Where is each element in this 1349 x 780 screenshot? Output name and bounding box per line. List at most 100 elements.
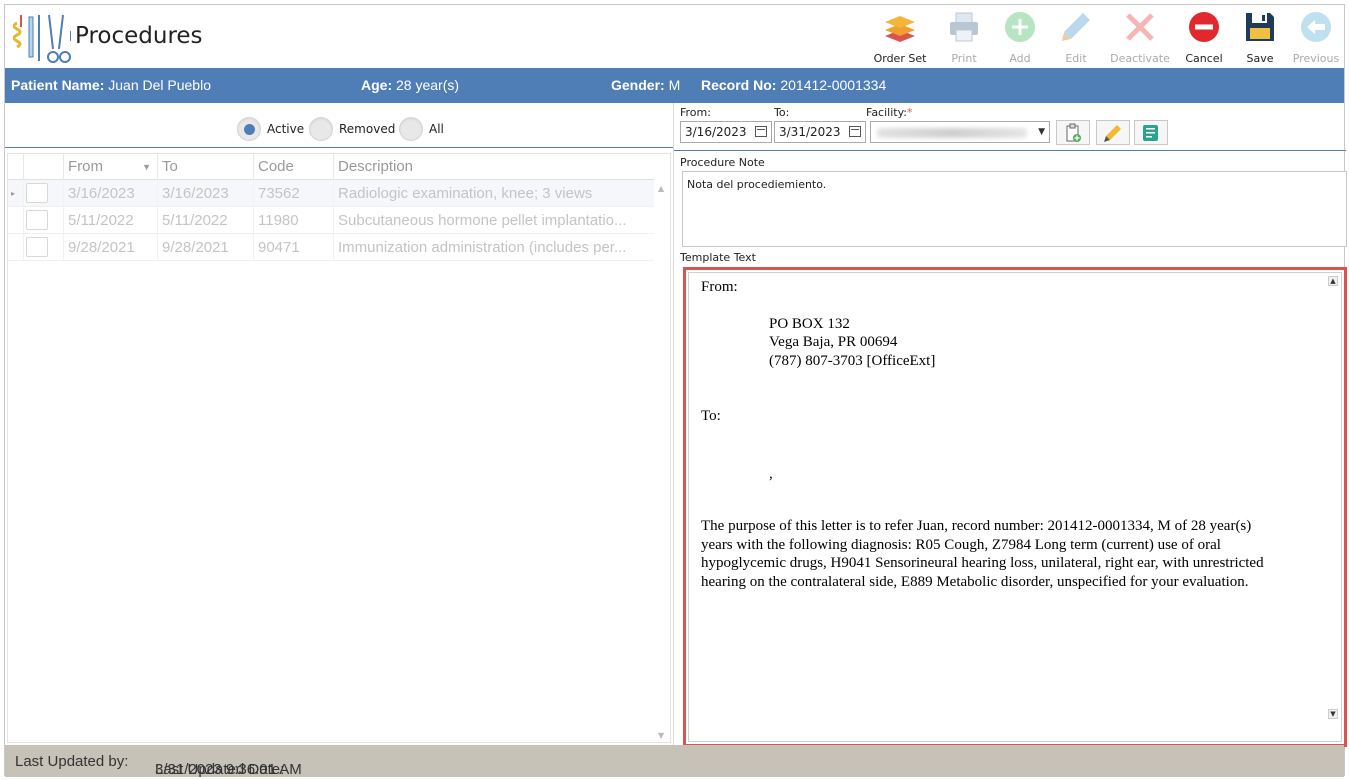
scroll-down-icon[interactable]: ▼ — [1328, 709, 1338, 719]
filter-active-radio[interactable]: Active — [237, 117, 304, 141]
row-checkbox-cell — [24, 234, 64, 261]
pencil-icon — [1059, 10, 1093, 44]
column-header-code[interactable]: Code — [254, 154, 334, 180]
last-updated-by-label: Last Updated by: — [15, 753, 129, 770]
table-row[interactable]: ▸ 3/16/2023 3/16/2023 73562 Radiologic e… — [8, 180, 654, 207]
radio-checked-icon — [237, 117, 261, 141]
filter-removed-radio[interactable]: Removed — [309, 117, 395, 141]
calendar-icon[interactable] — [755, 126, 767, 137]
template-text-label: Template Text — [680, 251, 756, 264]
letter-address-line: PO BOX 132 — [769, 315, 850, 332]
cell-from: 5/11/2022 — [64, 207, 158, 234]
edit-button[interactable]: Edit — [1048, 7, 1104, 67]
template-text-area[interactable]: From: PO BOX 132 Vega Baja, PR 00694 (78… — [688, 272, 1342, 742]
patient-gender: Gender: M — [611, 77, 681, 93]
letter-body-line: years with the following diagnosis: R05 … — [701, 536, 1221, 553]
print-button[interactable]: Print — [936, 7, 992, 67]
cell-from: 3/16/2023 — [64, 180, 158, 207]
template-scrollbar[interactable]: ▲ ▼ — [1325, 273, 1341, 741]
chevron-down-icon: ▼ — [1038, 127, 1045, 137]
row-pointer-icon: ▸ — [8, 180, 24, 207]
radio-unchecked-icon — [399, 117, 423, 141]
to-date-field[interactable]: 3/31/2023 — [774, 121, 866, 143]
scroll-up-icon[interactable]: ▲ — [658, 184, 664, 193]
filter-all-radio[interactable]: All — [399, 117, 444, 141]
procedure-detail-panel: From: To: Facility:* 3/16/2023 3/31/2023… — [673, 103, 1347, 747]
cell-description: Immunization administration (includes pe… — [338, 239, 627, 256]
cancel-label: Cancel — [1185, 52, 1223, 65]
save-button[interactable]: Save — [1232, 7, 1288, 67]
column-header-to[interactable]: To — [158, 154, 254, 180]
procedure-note-label: Procedure Note — [680, 156, 765, 169]
add-button[interactable]: Add — [992, 7, 1048, 67]
order-set-button[interactable]: Order Set — [864, 7, 936, 67]
edit-label: Edit — [1065, 52, 1087, 65]
filter-removed-label: Removed — [339, 122, 396, 136]
scroll-up-icon[interactable]: ▲ — [1328, 276, 1338, 286]
facility-select[interactable]: ▼ — [870, 121, 1050, 143]
order-set-label: Order Set — [873, 52, 927, 65]
patient-name: Patient Name: Juan Del Pueblo — [11, 77, 211, 93]
previous-button[interactable]: Previous — [1288, 7, 1344, 67]
pencil-icon — [1104, 124, 1121, 142]
print-label: Print — [951, 52, 977, 65]
layers-icon — [883, 10, 917, 44]
row-indicator-cell — [8, 234, 24, 261]
table-row[interactable]: 5/11/2022 5/11/2022 11980 Subcutaneous h… — [8, 207, 654, 234]
row-checkbox-cell — [24, 180, 64, 207]
section-divider — [674, 150, 1346, 151]
row-indicator-header — [8, 154, 24, 180]
row-checkbox[interactable] — [26, 183, 48, 203]
letter-to-label: To: — [701, 408, 721, 424]
letter-from-label: From: — [701, 279, 738, 295]
deactivate-label: Deactivate — [1110, 52, 1170, 65]
facility-label: Facility:* — [866, 106, 913, 119]
checkbox-header — [24, 154, 64, 180]
header: Procedures Order Set Print Add Edit Deac… — [5, 5, 1344, 68]
cell-to: 9/28/2021 — [158, 234, 254, 261]
toolbar: Order Set Print Add Edit Deactivate Canc… — [864, 7, 1344, 67]
scroll-down-icon[interactable]: ▼ — [658, 731, 664, 740]
letter-body-line: hypoglycemic drugs, H9041 Sensorineural … — [701, 555, 1264, 571]
arrow-left-icon — [1299, 10, 1333, 44]
grid-header: From ▼ To Code Description — [8, 154, 654, 180]
procedures-logo-icon — [12, 11, 72, 65]
template-text-editor[interactable]: From: PO BOX 132 Vega Baja, PR 00694 (78… — [683, 267, 1347, 747]
cell-description: Subcutaneous hormone pellet implantatio.… — [338, 212, 627, 229]
checklist-icon — [1143, 124, 1158, 141]
row-checkbox[interactable] — [26, 237, 48, 257]
sort-down-icon: ▼ — [142, 162, 151, 172]
template-letter: From: PO BOX 132 Vega Baja, PR 00694 (78… — [701, 276, 1321, 591]
filter-active-label: Active — [267, 122, 305, 136]
procedure-note-field[interactable]: Nota del procediemiento. — [682, 171, 1347, 247]
procedures-grid: From ▼ To Code Description ▸ 3/16/2023 3… — [7, 153, 671, 743]
edit-note-button[interactable] — [1096, 120, 1130, 145]
table-row[interactable]: 9/28/2021 9/28/2021 90471 Immunization a… — [8, 234, 654, 261]
deactivate-button[interactable]: Deactivate — [1104, 7, 1176, 67]
from-date-field[interactable]: 3/16/2023 — [680, 121, 772, 143]
procedures-window: Procedures Order Set Print Add Edit Deac… — [4, 4, 1347, 778]
patient-info-bar: Patient Name: Juan Del Pueblo Age: 28 ye… — [5, 68, 1344, 103]
add-label: Add — [1009, 52, 1031, 65]
cell-to: 3/16/2023 — [158, 180, 254, 207]
add-note-button[interactable] — [1056, 120, 1090, 145]
calendar-icon[interactable] — [849, 126, 861, 137]
checklist-button[interactable] — [1134, 120, 1168, 145]
letter-address-line: (787) 807-3703 [OfficeExt] — [769, 352, 936, 369]
status-filter: Active Removed All — [5, 103, 673, 148]
facility-redacted-value — [877, 128, 1027, 138]
cell-code: 11980 — [254, 207, 334, 234]
radio-unchecked-icon — [309, 117, 333, 141]
column-header-from[interactable]: From ▼ — [64, 154, 158, 180]
letter-address-line: Vega Baja, PR 00694 — [769, 334, 898, 350]
column-header-description[interactable]: Description — [334, 154, 654, 180]
cancel-button[interactable]: Cancel — [1176, 7, 1232, 67]
filter-all-label: All — [429, 122, 444, 136]
from-date-label: From: — [680, 106, 711, 119]
row-checkbox-cell — [24, 207, 64, 234]
row-checkbox[interactable] — [26, 210, 48, 230]
letter-comma: , — [769, 465, 773, 482]
x-icon — [1123, 10, 1157, 44]
grid-scrollbar[interactable]: ▲ ▼ — [654, 180, 670, 742]
cell-description: Radiologic examination, knee; 3 views — [338, 185, 593, 202]
